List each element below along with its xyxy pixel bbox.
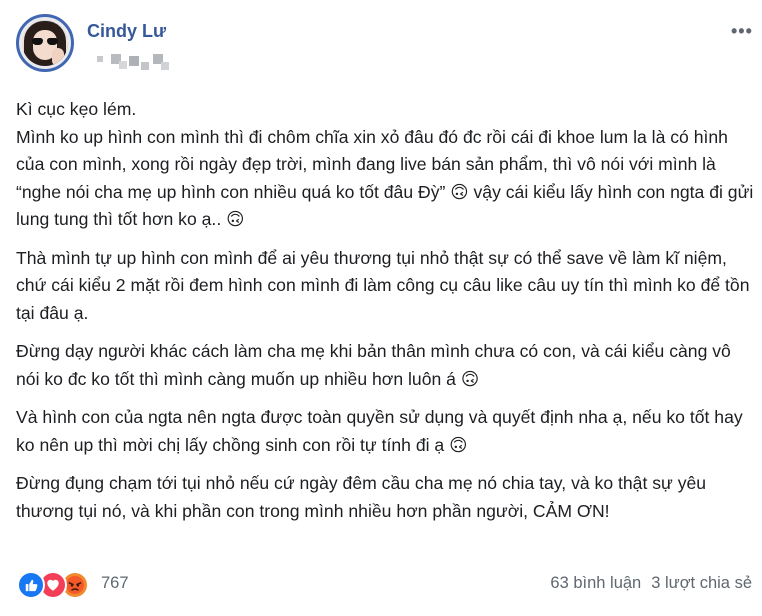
post-stats: 63 bình luận 3 lượt chia sẻ bbox=[550, 574, 752, 593]
post-meta-redacted bbox=[97, 52, 171, 72]
post-body: Kì cục kẹo lém. Mình ko up hình con mình… bbox=[16, 96, 756, 536]
facebook-post-card: Cindy Lư ••• Kì cục kẹo lém. Mình ko up … bbox=[0, 0, 762, 616]
avatar[interactable] bbox=[16, 14, 74, 72]
author-name[interactable]: Cindy Lư bbox=[87, 21, 166, 42]
reaction-count[interactable]: 767 bbox=[101, 574, 129, 593]
comments-count-link[interactable]: 63 bình luận bbox=[550, 574, 641, 592]
shares-count-link[interactable]: 3 lượt chia sẻ bbox=[651, 574, 752, 592]
avatar-photo bbox=[22, 20, 68, 66]
like-icon bbox=[17, 571, 45, 599]
post-paragraph-1: Kì cục kẹo lém. Mình ko up hình con mình… bbox=[16, 99, 754, 229]
post-paragraph-4: Và hình con của ngta nên ngta được toàn … bbox=[16, 407, 748, 455]
post-paragraph-3: Đừng dạy người khác cách làm cha mẹ khi … bbox=[16, 341, 736, 389]
post-paragraph-5: Đừng đụng chạm tới tụi nhỏ nếu cứ ngày đ… bbox=[16, 473, 711, 521]
more-options-icon[interactable]: ••• bbox=[731, 21, 753, 42]
post-paragraph-2: Thà mình tự up hình con mình để ai yêu t… bbox=[16, 247, 755, 323]
